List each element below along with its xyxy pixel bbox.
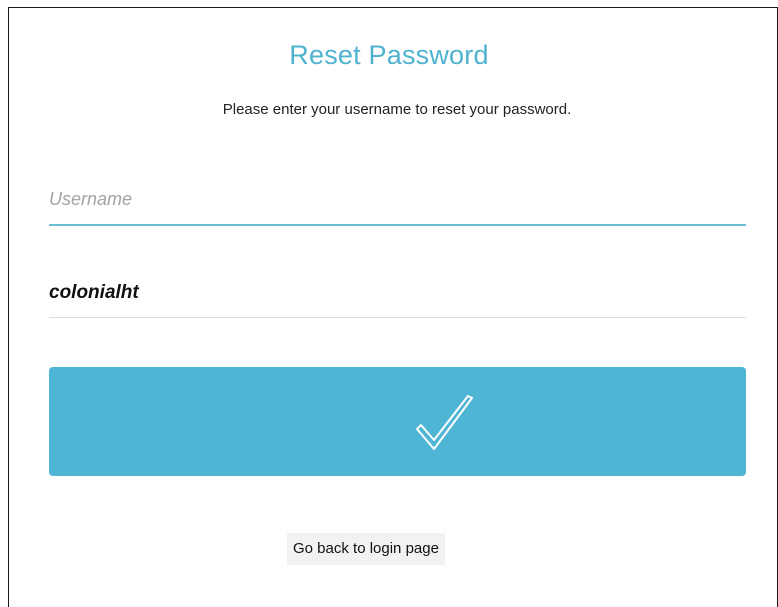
page-subtitle: Please enter your username to reset your… [222, 101, 572, 118]
checkmark-icon [416, 395, 473, 450]
username-input[interactable] [49, 180, 746, 218]
back-to-login-link[interactable]: Go back to login page [287, 533, 445, 565]
username-value-field[interactable]: colonialht [49, 270, 746, 318]
username-value: colonialht [49, 282, 139, 303]
page-title: Reset Password [289, 40, 489, 70]
submit-button[interactable] [49, 367, 746, 476]
username-field-wrapper [49, 180, 746, 226]
